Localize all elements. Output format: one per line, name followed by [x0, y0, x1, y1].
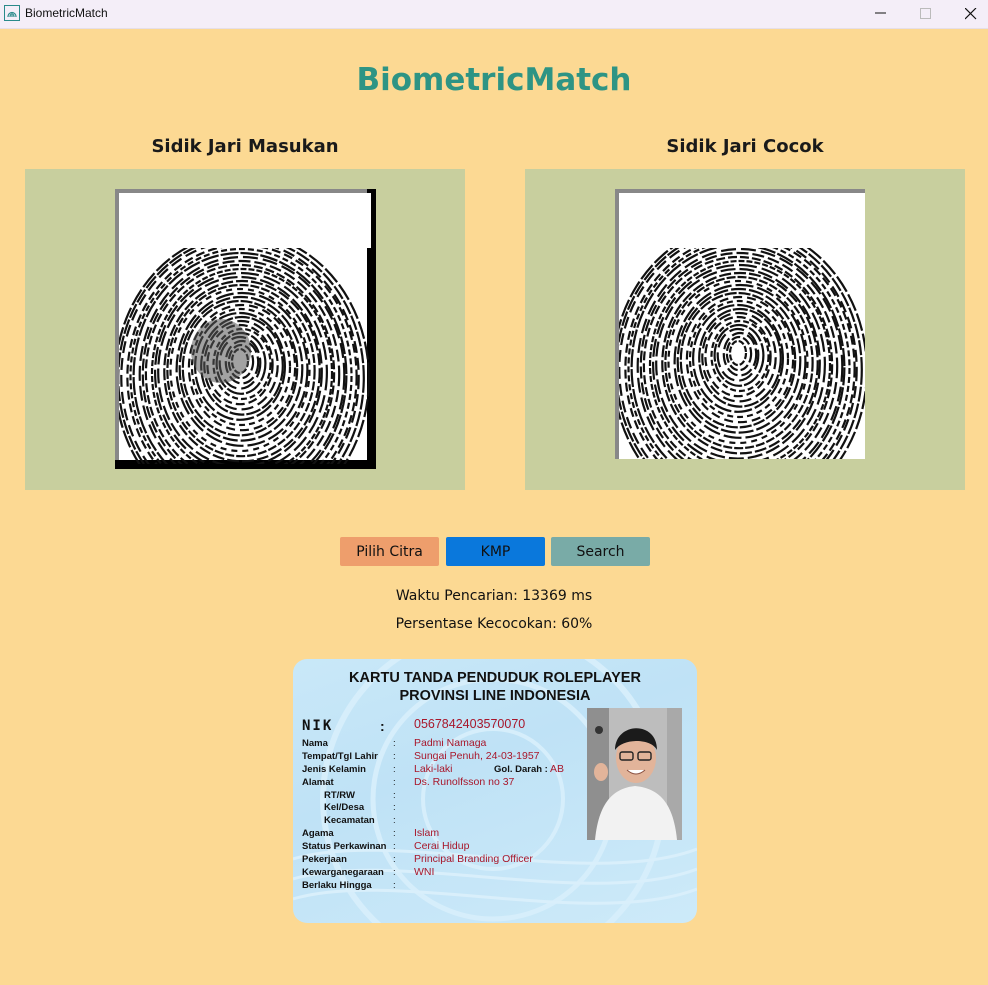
person-icon — [587, 708, 682, 840]
ttl-value: Sungai Penuh, 24-03-1957 — [414, 750, 540, 762]
keldesa-label: Kel/Desa — [324, 802, 365, 813]
field-colon: : — [393, 790, 396, 801]
field-colon: : — [393, 880, 396, 891]
field-colon: : — [393, 738, 396, 749]
field-colon: : — [393, 854, 396, 865]
fingerprint-icon — [4, 5, 20, 21]
card-header-province: PROVINSI LINE INDONESIA — [399, 688, 591, 704]
field-colon: : — [393, 841, 396, 852]
input-fingerprint-image — [115, 189, 376, 469]
nik-colon: : — [380, 718, 385, 734]
kecamatan-label: Kecamatan — [324, 815, 375, 826]
input-fingerprint-label: Sidik Jari Masukan — [151, 136, 339, 157]
nationality-label: Kewarganegaraan — [302, 867, 384, 878]
nik-label: NIK — [302, 718, 334, 734]
address-label: Alamat — [302, 777, 334, 788]
maximize-button[interactable] — [903, 0, 949, 28]
field-colon: : — [393, 828, 396, 839]
field-colon: : — [393, 867, 396, 878]
close-icon — [965, 8, 977, 20]
id-photo — [587, 708, 682, 840]
minimize-icon — [875, 12, 886, 14]
occupation-value: Principal Branding Officer — [414, 853, 533, 865]
nationality-value: WNI — [414, 866, 435, 878]
choose-image-button[interactable]: Pilih Citra — [340, 537, 439, 566]
window-titlebar: BiometricMatch — [0, 0, 988, 29]
matched-fingerprint-image — [615, 189, 865, 459]
match-percentage-text: Persentase Kecocokan: 60% — [395, 616, 593, 632]
blood-type-value: AB — [550, 763, 565, 775]
occupation-label: Pekerjaan — [302, 854, 347, 865]
ttl-label: Tempat/Tgl Lahir — [302, 751, 378, 762]
fingerprint-icon — [119, 193, 371, 464]
field-colon: : — [393, 751, 396, 762]
religion-value: Islam — [414, 827, 440, 839]
rtrw-label: RT/RW — [324, 790, 355, 801]
blood-type-label: Gol. Darah : — [494, 764, 548, 775]
address-value: Ds. Runolfsson no 37 — [414, 776, 515, 788]
input-fingerprint-panel — [25, 169, 465, 490]
gender-value: Laki-laki — [414, 763, 453, 775]
matched-fingerprint-panel — [525, 169, 965, 490]
field-colon: : — [393, 815, 396, 826]
card-header-title: KARTU TANDA PENDUDUK ROLEPLAYER — [349, 670, 641, 686]
nama-label: Nama — [302, 738, 328, 749]
app-title: BiometricMatch — [356, 62, 632, 98]
matched-fingerprint-label: Sidik Jari Cocok — [666, 136, 824, 157]
field-colon: : — [393, 802, 396, 813]
valid-until-label: Berlaku Hingga — [302, 880, 372, 891]
id-card: KARTU TANDA PENDUDUK ROLEPLAYER PROVINSI… — [293, 659, 697, 923]
search-time-text: Waktu Pencarian: 13369 ms — [395, 588, 593, 604]
religion-label: Agama — [302, 828, 334, 839]
search-button[interactable]: Search — [551, 537, 650, 566]
field-colon: : — [393, 777, 396, 788]
window-title: BiometricMatch — [25, 6, 108, 20]
marital-status-label: Status Perkawinan — [302, 841, 387, 852]
gender-label: Jenis Kelamin — [302, 764, 366, 775]
nik-value: 0567842403570070 — [414, 717, 526, 731]
close-button[interactable] — [948, 0, 988, 28]
algorithm-toggle-button[interactable]: KMP — [446, 537, 545, 566]
fingerprint-icon — [619, 193, 865, 459]
field-colon: : — [393, 764, 396, 775]
marital-status-value: Cerai Hidup — [414, 840, 470, 852]
nama-value: Padmi Namaga — [414, 737, 487, 749]
maximize-icon — [920, 8, 931, 19]
minimize-button[interactable] — [858, 0, 904, 28]
